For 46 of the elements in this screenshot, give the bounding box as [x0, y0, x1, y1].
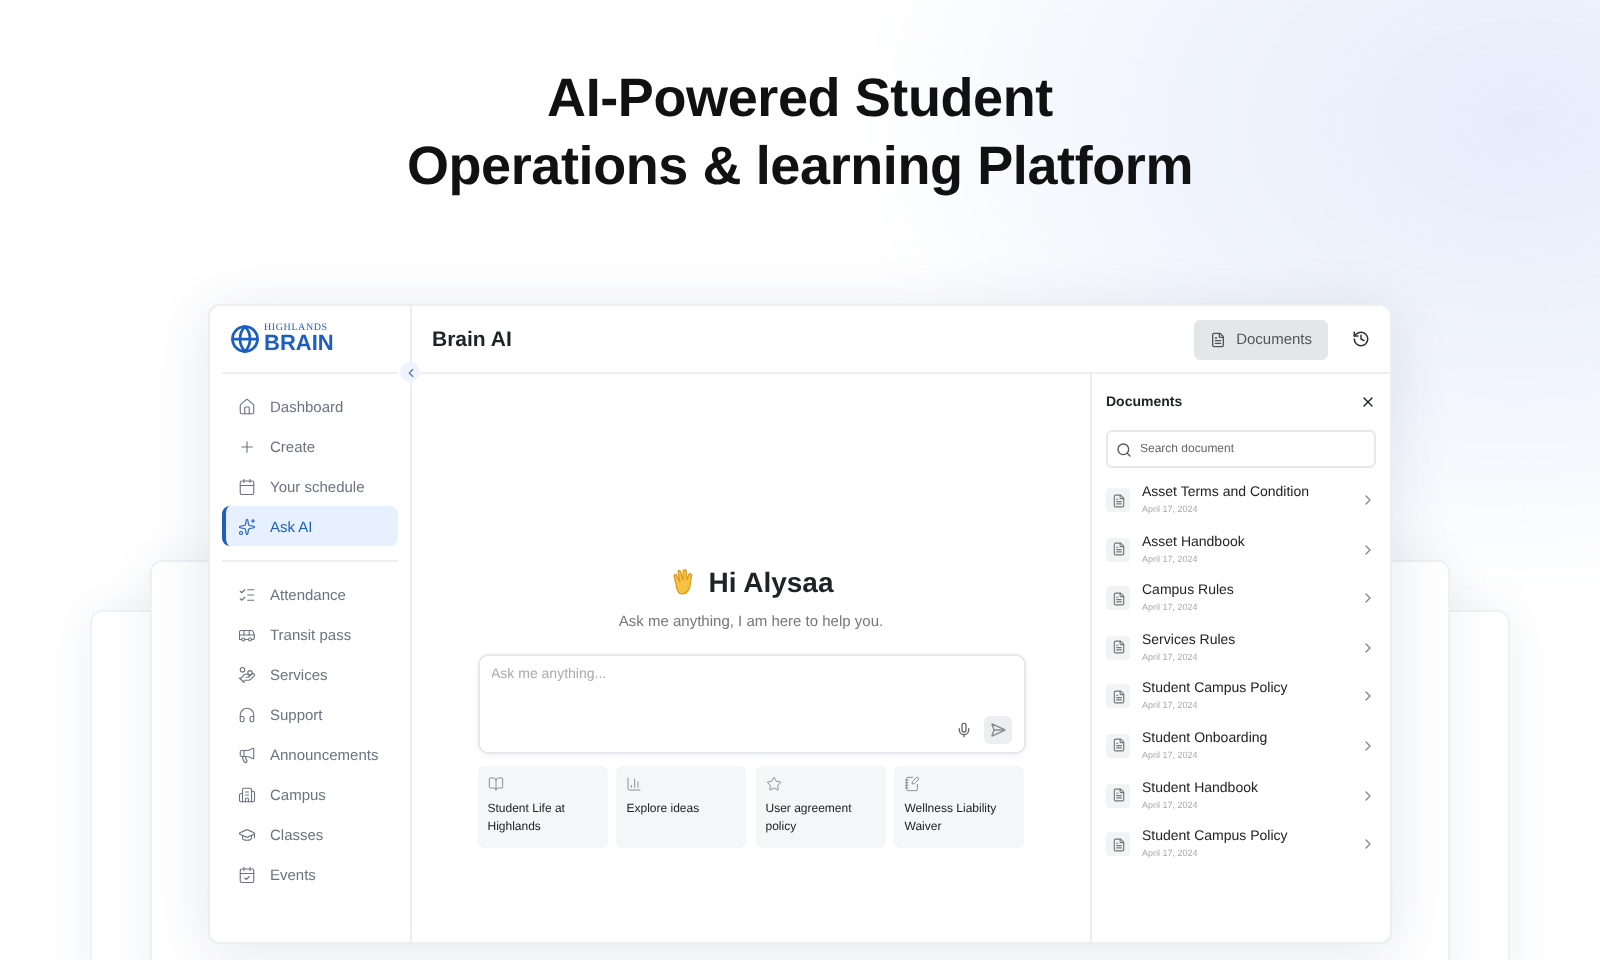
chevron-right-icon[interactable] [1360, 836, 1376, 853]
document-icon [1106, 537, 1130, 562]
document-icon [1106, 488, 1130, 512]
chevron-right-icon[interactable] [1360, 688, 1376, 705]
microphone-icon[interactable] [955, 722, 971, 738]
globe-logo-icon [230, 324, 260, 354]
bus-icon [238, 625, 256, 643]
calendar-icon [238, 477, 256, 495]
hand-coins-icon [238, 665, 256, 683]
greeting: Hi Alysaa [708, 566, 834, 598]
logo-text: BRAIN [264, 333, 334, 355]
history-icon [1352, 330, 1370, 348]
chevron-right-icon[interactable] [1360, 590, 1376, 607]
chevron-right-icon[interactable] [1360, 639, 1376, 656]
close-icon[interactable] [1360, 394, 1376, 410]
chevron-left-icon [403, 365, 417, 379]
document-icon [1106, 832, 1130, 857]
notepad-icon [904, 776, 921, 792]
document-icon [1106, 586, 1130, 611]
send-button[interactable] [983, 716, 1011, 744]
document-icon [1106, 783, 1130, 808]
document-icon [1106, 733, 1130, 758]
collapse-button[interactable] [400, 362, 420, 382]
headphones-icon [238, 705, 256, 723]
plus-icon [238, 437, 256, 455]
document-icon [1210, 331, 1227, 347]
chevron-right-icon[interactable] [1360, 787, 1376, 804]
house-icon [238, 397, 256, 415]
document-icon [1106, 635, 1130, 660]
headline: AI-Powered Student Operations & learning Platform [406, 66, 1194, 200]
megaphone-icon [238, 745, 256, 763]
chevron-right-icon[interactable] [1360, 492, 1376, 508]
graduation-cap-icon [238, 825, 256, 843]
book-icon [487, 776, 504, 792]
history-button[interactable] [1352, 330, 1370, 348]
sparkles-icon [238, 517, 256, 535]
chevron-right-icon[interactable] [1360, 541, 1376, 558]
chevron-right-icon[interactable] [1360, 737, 1376, 754]
star-icon [765, 776, 782, 792]
page-title: Brain AI [432, 327, 514, 351]
calendar-check-icon [238, 865, 256, 883]
building-icon [238, 785, 256, 803]
list-icon [238, 585, 256, 603]
bar-chart-icon [626, 776, 643, 792]
send-icon [989, 722, 1005, 738]
document-icon [1106, 684, 1130, 709]
